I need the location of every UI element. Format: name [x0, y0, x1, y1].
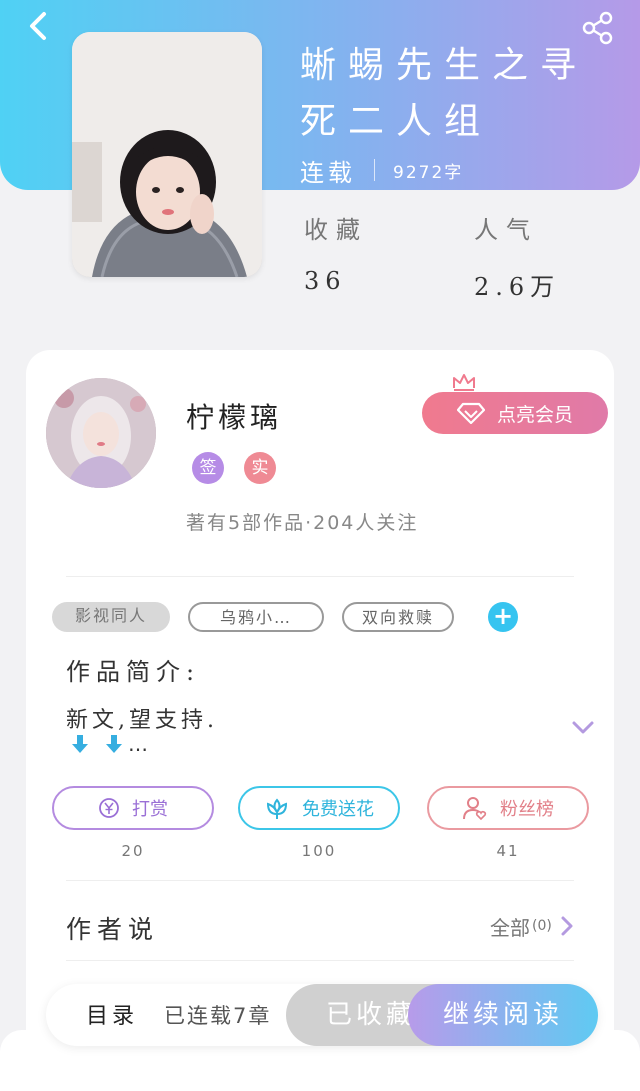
intro-arrows: …: [70, 732, 148, 756]
intro-text: 新文,望支持.: [66, 708, 218, 733]
stat-popularity: 人气 2.6万: [474, 210, 560, 302]
author-avatar[interactable]: [46, 378, 156, 488]
divider: [66, 960, 574, 961]
continue-reading-button[interactable]: 继续阅读: [408, 984, 598, 1046]
divider: [66, 576, 574, 577]
chapter-count[interactable]: 已连载7章: [164, 1000, 271, 1030]
author-says-title: 作者说: [66, 915, 160, 944]
send-flower-label: 免费送花: [302, 799, 374, 820]
add-tag-button[interactable]: +: [488, 602, 518, 632]
crown-icon: [453, 374, 475, 391]
author-says-all-link[interactable]: 全部 (0): [490, 910, 574, 942]
toc-button[interactable]: 目录: [86, 998, 138, 1030]
verified-badge: 实: [244, 452, 276, 484]
fan-count: 41: [496, 842, 520, 860]
fan-ranking-button[interactable]: 粉丝榜: [427, 786, 589, 830]
tip-count: 20: [121, 842, 145, 860]
chevron-right-icon: [561, 916, 573, 936]
stat-label: 人气: [474, 216, 538, 244]
divider: [374, 159, 375, 181]
tag-item[interactable]: 乌鸦小…: [188, 602, 324, 632]
fan-ranking-label: 粉丝榜: [500, 799, 554, 820]
chevron-left-icon: [30, 12, 46, 40]
arrow-down-icon: [106, 735, 122, 753]
all-label: 全部: [490, 915, 530, 940]
stat-value: 36: [304, 267, 347, 295]
fan-user-icon: [462, 795, 488, 821]
tip-button[interactable]: 打赏: [52, 786, 214, 830]
stat-favorites: 收藏 36: [304, 210, 368, 295]
plus-icon: +: [492, 602, 514, 630]
divider: [66, 880, 574, 881]
flower-count: 100: [301, 842, 337, 860]
vip-button-label: 点亮会员: [496, 403, 573, 426]
serial-info: 连载 9272字: [300, 152, 463, 188]
stat-value: 2.6万: [474, 273, 561, 301]
arrow-down-icon: [72, 735, 88, 753]
intro-title: 作品简介:: [66, 658, 201, 686]
author-name[interactable]: 柠檬璃: [186, 396, 282, 436]
back-button[interactable]: [20, 8, 56, 44]
tip-label: 打赏: [132, 799, 168, 820]
diamond-icon: [456, 402, 485, 424]
word-count: 9272字: [393, 162, 464, 183]
flower-icon: [264, 796, 290, 820]
avatar-illustration: [46, 378, 156, 488]
intro-ellipsis: …: [128, 732, 148, 756]
chevron-down-icon: [572, 721, 594, 734]
book-title: 蜥蜴先生之寻死二人组: [300, 45, 589, 142]
serial-status: 连载: [300, 158, 356, 187]
cover-portrait-illustration: [72, 32, 262, 277]
expand-intro-button[interactable]: [570, 716, 596, 738]
signed-badge: 签: [192, 452, 224, 484]
book-cover-image[interactable]: [72, 32, 262, 277]
author-meta: 著有5部作品·204人关注: [186, 512, 419, 534]
tag-item[interactable]: 影视同人: [52, 602, 170, 632]
tag-item[interactable]: 双向救赎: [342, 602, 454, 632]
vip-button[interactable]: 点亮会员: [422, 392, 608, 434]
stat-label: 收藏: [304, 216, 368, 244]
yen-coin-icon: [98, 797, 120, 819]
all-count: (0): [532, 918, 552, 934]
send-flower-button[interactable]: 免费送花: [238, 786, 400, 830]
